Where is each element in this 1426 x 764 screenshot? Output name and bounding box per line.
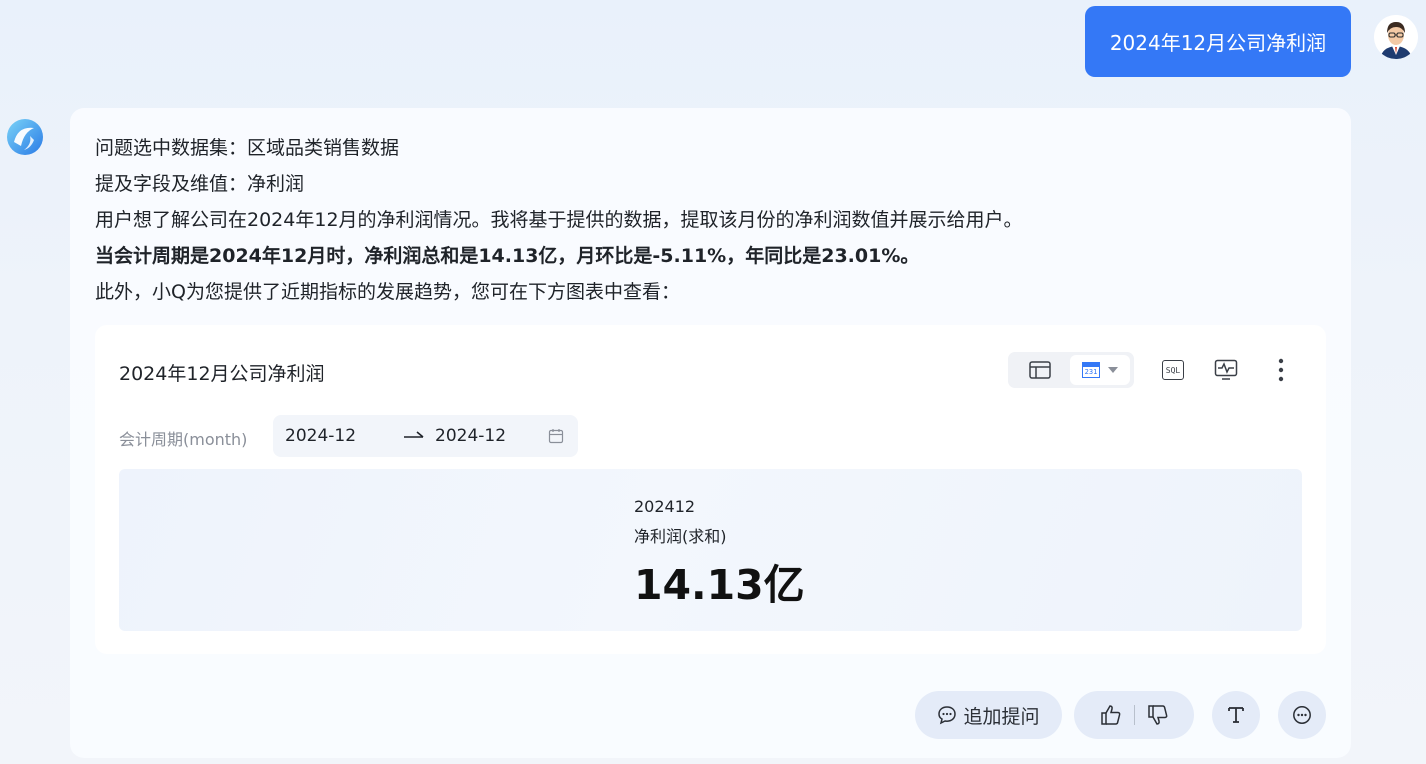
- monitor-icon: [1214, 359, 1238, 380]
- feedback-group: [1074, 691, 1194, 739]
- more-options-button[interactable]: [1266, 355, 1296, 385]
- answer-text: 问题选中数据集：区域品类销售数据 提及字段及维值：净利润 用户想了解公司在202…: [95, 130, 1295, 310]
- followup-label: 追加提问: [963, 705, 1040, 728]
- chevron-down-icon: [1108, 367, 1118, 373]
- result-line: 当会计周期是2024年12月时，净利润总和是14.13亿，月环比是-5.11%，…: [95, 245, 920, 267]
- assistant-logo-icon: [4, 116, 46, 158]
- intent-line: 用户想了解公司在2024年12月的净利润情况。我将基于提供的数据，提取该月份的净…: [95, 209, 1023, 231]
- more-horizontal-icon: [1293, 706, 1311, 724]
- kpi-metric-name: 净利润(求和): [634, 527, 727, 546]
- kpi-panel: 202412 净利润(求和) 14.13亿: [119, 469, 1302, 631]
- kpi-icon: 231: [1082, 362, 1100, 378]
- thumbs-up-icon[interactable]: [1100, 704, 1122, 726]
- table-icon: [1029, 361, 1051, 379]
- feedback-divider: [1133, 705, 1135, 725]
- more-vertical-icon: [1278, 358, 1284, 382]
- text-format-icon: [1228, 707, 1244, 723]
- view-switch: 231: [1008, 352, 1134, 388]
- period-filter-label: 会计周期(month): [119, 430, 248, 449]
- sql-button[interactable]: SQL: [1158, 355, 1188, 385]
- kpi-view-dropdown[interactable]: 231: [1070, 355, 1130, 385]
- chat-bubble-icon: [938, 706, 957, 725]
- chart-title: 2024年12月公司净利润: [119, 363, 325, 385]
- calendar-icon: [548, 429, 564, 444]
- date-range-picker[interactable]: 2024-12 2024-12: [273, 415, 578, 457]
- date-range-start[interactable]: 2024-12: [285, 426, 356, 446]
- chart-card: 2024年12月公司净利润 231 SQL 会计周期(month) 2024-1…: [95, 325, 1326, 654]
- assistant-answer-card: 问题选中数据集：区域品类销售数据 提及字段及维值：净利润 用户想了解公司在202…: [70, 108, 1351, 758]
- arrow-right-icon: [404, 431, 424, 438]
- date-range-end[interactable]: 2024-12: [435, 426, 506, 446]
- table-view-button[interactable]: [1014, 356, 1066, 384]
- more-actions-button[interactable]: [1278, 691, 1326, 739]
- sql-icon: SQL: [1162, 360, 1184, 380]
- user-avatar: [1374, 15, 1418, 59]
- user-message-text: 2024年12月公司净利润: [1109, 31, 1327, 55]
- fields-line: 提及字段及维值：净利润: [95, 173, 305, 195]
- monitor-button[interactable]: [1211, 355, 1241, 385]
- thumbs-down-icon[interactable]: [1147, 704, 1169, 726]
- followup-question-button[interactable]: 追加提问: [915, 691, 1062, 739]
- user-message-bubble: 2024年12月公司净利润: [1085, 6, 1351, 77]
- dataset-line: 问题选中数据集：区域品类销售数据: [95, 137, 400, 159]
- trend-hint-line: 此外，小Q为您提供了近期指标的发展趋势，您可在下方图表中查看：: [95, 281, 680, 303]
- text-mode-button[interactable]: [1212, 691, 1260, 739]
- kpi-period: 202412: [634, 497, 696, 516]
- kpi-value: 14.13亿: [634, 561, 805, 609]
